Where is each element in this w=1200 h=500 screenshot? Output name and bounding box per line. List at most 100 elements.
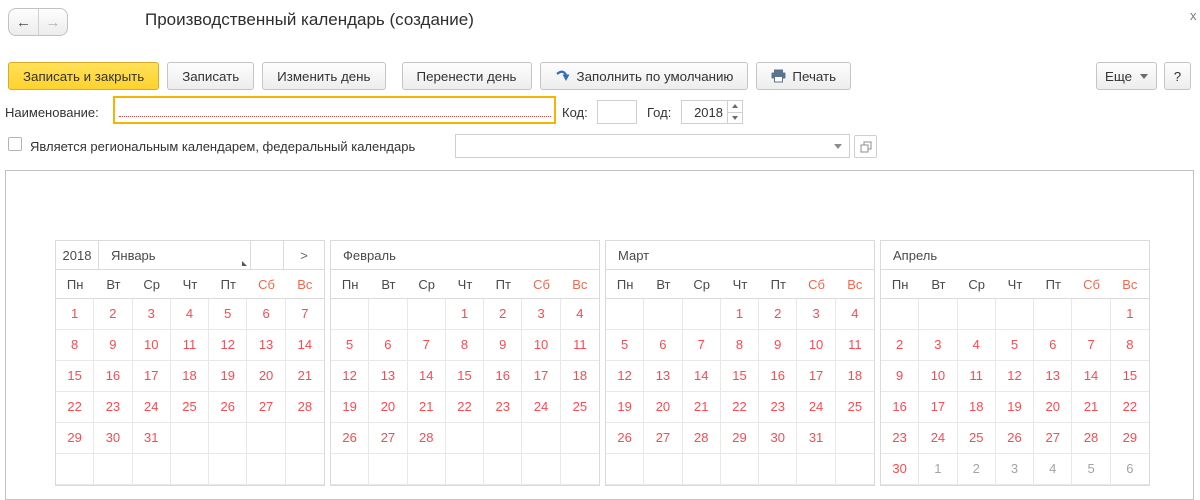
day-cell[interactable]: 1 <box>446 299 484 330</box>
fill-default-button[interactable]: Заполнить по умолчанию <box>540 62 749 90</box>
day-cell[interactable]: 13 <box>247 330 285 361</box>
more-button[interactable]: Еще <box>1096 62 1157 90</box>
day-cell[interactable]: 15 <box>56 361 94 392</box>
day-cell[interactable]: 14 <box>1072 361 1110 392</box>
day-cell[interactable]: 5 <box>331 330 369 361</box>
forward-button[interactable]: → <box>38 9 67 35</box>
print-button[interactable]: Печать <box>756 62 851 90</box>
day-cell[interactable]: 31 <box>133 423 171 454</box>
day-cell[interactable]: 10 <box>919 361 957 392</box>
day-cell[interactable]: 25 <box>958 423 996 454</box>
day-cell[interactable]: 26 <box>606 423 644 454</box>
day-cell[interactable]: 26 <box>996 423 1034 454</box>
help-button[interactable]: ? <box>1164 62 1191 90</box>
day-cell[interactable]: 18 <box>836 361 874 392</box>
day-cell[interactable]: 25 <box>561 392 599 423</box>
open-federal-calendar-button[interactable] <box>854 135 877 158</box>
day-cell[interactable]: 12 <box>209 330 247 361</box>
day-cell[interactable]: 12 <box>331 361 369 392</box>
day-cell[interactable]: 18 <box>171 361 209 392</box>
day-cell[interactable]: 28 <box>1072 423 1110 454</box>
day-cell[interactable]: 2 <box>958 454 996 485</box>
day-cell[interactable]: 29 <box>1111 423 1149 454</box>
day-cell[interactable]: 20 <box>369 392 407 423</box>
day-cell[interactable]: 30 <box>881 454 919 485</box>
day-cell[interactable]: 15 <box>446 361 484 392</box>
day-cell[interactable]: 4 <box>836 299 874 330</box>
day-cell[interactable]: 3 <box>522 299 560 330</box>
day-cell[interactable]: 27 <box>644 423 682 454</box>
day-cell[interactable]: 22 <box>56 392 94 423</box>
day-cell[interactable]: 11 <box>836 330 874 361</box>
day-cell[interactable]: 4 <box>958 330 996 361</box>
day-cell[interactable]: 21 <box>683 392 721 423</box>
day-cell[interactable]: 21 <box>286 361 324 392</box>
federal-calendar-input[interactable] <box>455 134 850 158</box>
day-cell[interactable]: 9 <box>881 361 919 392</box>
day-cell[interactable]: 9 <box>759 330 797 361</box>
day-cell[interactable]: 12 <box>606 361 644 392</box>
day-cell[interactable]: 24 <box>919 423 957 454</box>
day-cell[interactable]: 3 <box>797 299 835 330</box>
day-cell[interactable]: 7 <box>408 330 446 361</box>
day-cell[interactable]: 29 <box>721 423 759 454</box>
day-cell[interactable]: 2 <box>759 299 797 330</box>
day-cell[interactable]: 7 <box>683 330 721 361</box>
day-cell[interactable]: 19 <box>331 392 369 423</box>
day-cell[interactable]: 13 <box>369 361 407 392</box>
back-button[interactable]: ← <box>9 9 38 35</box>
day-cell[interactable]: 22 <box>1111 392 1149 423</box>
day-cell[interactable]: 8 <box>56 330 94 361</box>
day-cell[interactable]: 8 <box>446 330 484 361</box>
day-cell[interactable]: 20 <box>247 361 285 392</box>
day-cell[interactable]: 23 <box>881 423 919 454</box>
day-cell[interactable]: 15 <box>721 361 759 392</box>
day-cell[interactable]: 2 <box>484 299 522 330</box>
day-cell[interactable]: 30 <box>759 423 797 454</box>
day-cell[interactable]: 17 <box>919 392 957 423</box>
day-cell[interactable]: 23 <box>484 392 522 423</box>
spinner-up-button[interactable] <box>728 101 742 112</box>
day-cell[interactable]: 27 <box>369 423 407 454</box>
day-cell[interactable]: 24 <box>797 392 835 423</box>
save-and-close-button[interactable]: Записать и закрыть <box>8 62 159 90</box>
day-cell[interactable]: 22 <box>721 392 759 423</box>
day-cell[interactable]: 21 <box>408 392 446 423</box>
day-cell[interactable]: 28 <box>286 392 324 423</box>
day-cell[interactable]: 18 <box>958 392 996 423</box>
day-cell[interactable]: 5 <box>209 299 247 330</box>
day-cell[interactable]: 16 <box>759 361 797 392</box>
close-icon[interactable]: х <box>1190 8 1197 23</box>
day-cell[interactable]: 24 <box>522 392 560 423</box>
month-select[interactable]: Январь <box>99 241 251 269</box>
day-cell[interactable]: 19 <box>996 392 1034 423</box>
day-cell[interactable]: 23 <box>759 392 797 423</box>
day-cell[interactable]: 6 <box>1034 330 1072 361</box>
day-cell[interactable]: 31 <box>797 423 835 454</box>
day-cell[interactable]: 13 <box>644 361 682 392</box>
year-value[interactable]: 2018 <box>682 101 727 123</box>
day-cell[interactable]: 19 <box>606 392 644 423</box>
spinner-down-button[interactable] <box>728 112 742 124</box>
regional-checkbox[interactable] <box>8 137 22 151</box>
day-cell[interactable]: 27 <box>1034 423 1072 454</box>
day-cell[interactable]: 3 <box>133 299 171 330</box>
day-cell[interactable]: 18 <box>561 361 599 392</box>
day-cell[interactable]: 9 <box>484 330 522 361</box>
day-cell[interactable]: 17 <box>797 361 835 392</box>
day-cell[interactable]: 26 <box>331 423 369 454</box>
day-cell[interactable]: 23 <box>94 392 132 423</box>
day-cell[interactable]: 11 <box>958 361 996 392</box>
day-cell[interactable]: 16 <box>881 392 919 423</box>
day-cell[interactable]: 25 <box>171 392 209 423</box>
name-input[interactable] <box>113 96 556 124</box>
day-cell[interactable]: 16 <box>484 361 522 392</box>
day-cell[interactable]: 10 <box>797 330 835 361</box>
day-cell[interactable]: 24 <box>133 392 171 423</box>
day-cell[interactable]: 8 <box>1111 330 1149 361</box>
day-cell[interactable]: 30 <box>94 423 132 454</box>
day-cell[interactable]: 5 <box>996 330 1034 361</box>
save-button[interactable]: Записать <box>167 62 254 90</box>
day-cell[interactable]: 25 <box>836 392 874 423</box>
day-cell[interactable]: 7 <box>1072 330 1110 361</box>
